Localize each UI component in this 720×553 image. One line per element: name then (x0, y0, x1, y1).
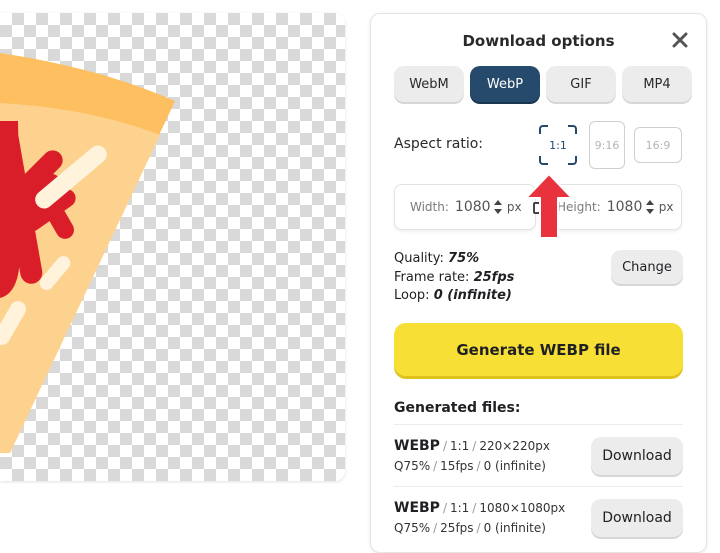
ratio-label: 16:9 (645, 138, 671, 152)
generated-file-row: WEBP/1:1/220×220px Q75%/15fps/0 (infinit… (394, 424, 683, 484)
width-label: Width: (410, 200, 449, 214)
file-fps: 15fps (440, 459, 474, 473)
width-value[interactable]: 1080 (455, 199, 491, 215)
generated-files-title: Generated files: (394, 400, 521, 416)
format-mp4-button[interactable]: MP4 (622, 66, 692, 102)
format-webm-button[interactable]: WebM (394, 66, 464, 102)
file-ratio: 1:1 (449, 439, 470, 453)
file-info: WEBP/1:1/1080×1080px (394, 500, 565, 516)
ratio-label: 1:1 (549, 138, 567, 152)
file-loop: 0 (infinite) (483, 521, 546, 535)
separator: / (472, 439, 477, 453)
ratio-1-1-button[interactable]: 1:1 (539, 125, 577, 165)
width-field[interactable]: Width: 1080 px (394, 184, 536, 230)
panel-title: Download options (462, 32, 615, 50)
file-format: WEBP (394, 438, 440, 454)
ratio-9-16-button[interactable]: 9:16 (589, 121, 625, 169)
frame-corner (568, 125, 577, 134)
framerate-label: Frame rate: (394, 269, 470, 285)
separator: / (472, 501, 477, 515)
download-options-panel: Download options WebM WebP GIF MP4 Aspec… (370, 13, 707, 553)
file-ratio: 1:1 (449, 501, 470, 515)
file-settings: Q75%/15fps/0 (infinite) (394, 459, 546, 473)
framerate-value: 25fps (473, 269, 515, 285)
download-button[interactable]: Download (591, 437, 683, 475)
preview-canvas (0, 13, 345, 481)
format-gif-button[interactable]: GIF (546, 66, 616, 102)
format-webp-button[interactable]: WebP (470, 66, 540, 102)
separator: / (442, 501, 447, 515)
ratio-label: 9:16 (594, 138, 620, 152)
download-button[interactable]: Download (591, 499, 683, 537)
frame-corner (568, 156, 577, 165)
width-stepper[interactable] (493, 199, 503, 215)
separator: / (433, 459, 438, 473)
file-info: WEBP/1:1/220×220px (394, 438, 550, 454)
quality-label: Quality: (394, 251, 444, 266)
separator: / (442, 439, 447, 453)
quality-line: Quality: 75% (394, 250, 514, 269)
ratio-16-9-button[interactable]: 16:9 (634, 127, 682, 163)
pizza-slice-image (0, 53, 175, 453)
file-fps: 25fps (440, 521, 474, 535)
file-loop: 0 (infinite) (483, 459, 546, 473)
separator: / (433, 521, 438, 535)
export-settings: Quality: 75% Frame rate: 25fps Loop: 0 (… (394, 250, 514, 306)
file-quality: Q75% (394, 459, 431, 473)
height-unit: px (658, 200, 674, 214)
aspect-ratio-label: Aspect ratio: (394, 136, 484, 152)
loop-line: Loop: 0 (infinite) (394, 287, 514, 306)
separator: / (476, 459, 481, 473)
generate-file-button[interactable]: Generate WEBP file (394, 323, 683, 376)
file-quality: Q75% (394, 521, 431, 535)
file-format: WEBP (394, 500, 440, 516)
change-settings-button[interactable]: Change (611, 250, 683, 284)
file-settings: Q75%/25fps/0 (infinite) (394, 521, 546, 535)
separator: / (476, 521, 481, 535)
generated-file-row: WEBP/1:1/1080×1080px Q75%/25fps/0 (infin… (394, 486, 683, 546)
close-icon[interactable] (672, 32, 688, 48)
format-selector: WebM WebP GIF MP4 (394, 66, 692, 102)
file-size: 1080×1080px (479, 501, 566, 515)
width-unit: px (506, 200, 522, 214)
frame-corner (539, 156, 548, 165)
loop-label: Loop: (394, 288, 430, 303)
frame-corner (539, 125, 548, 134)
framerate-line: Frame rate: 25fps (394, 269, 514, 288)
file-size: 220×220px (479, 439, 550, 453)
quality-value: 75% (448, 251, 480, 266)
height-value[interactable]: 1080 (607, 199, 643, 215)
loop-value: 0 (infinite) (433, 288, 512, 303)
height-stepper[interactable] (645, 199, 655, 215)
up-arrow-icon (525, 173, 573, 239)
